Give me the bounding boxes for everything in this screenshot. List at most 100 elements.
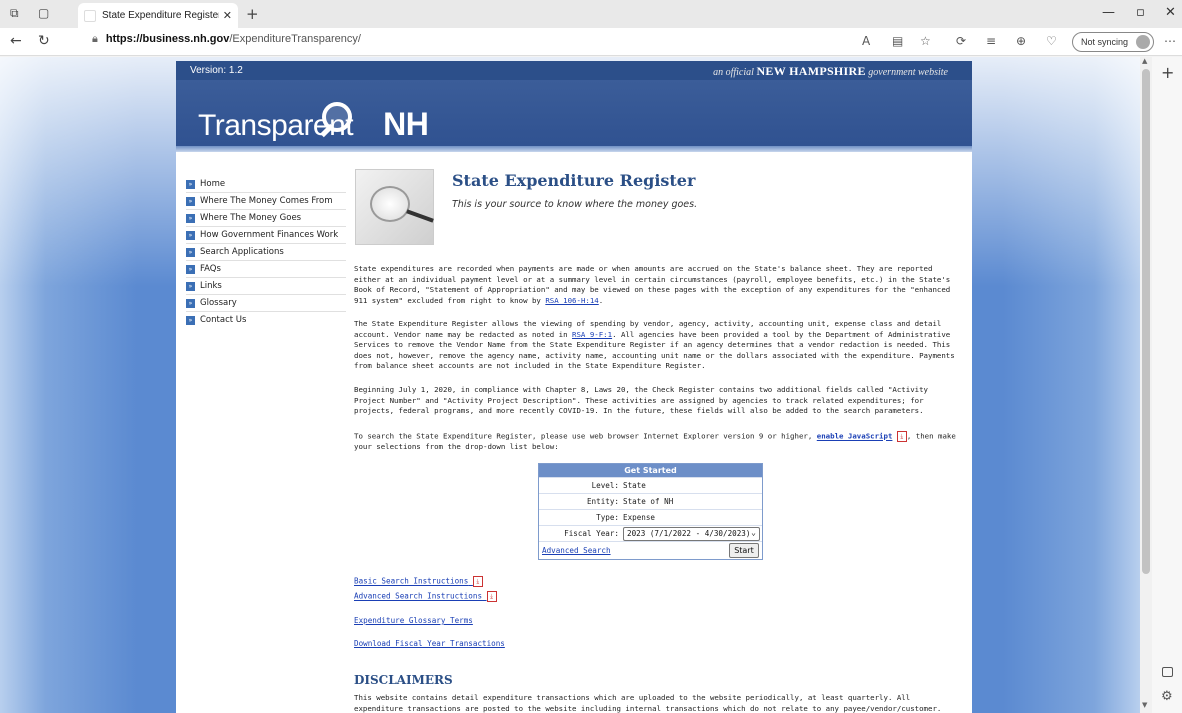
refresh-icon[interactable]: ↻ [38,33,50,49]
page-container: Version: 1.2 an official NEW HAMPSHIRE g… [176,61,972,713]
official-prefix: an official [713,67,754,78]
official-state: NEW HAMPSHIRE [756,64,866,78]
lock-icon: 🔒︎ [92,33,98,45]
site-logo[interactable]: Transparent NH [198,106,429,143]
read-aloud-icon[interactable]: A [862,34,870,48]
scrollbar-thumb[interactable] [1142,69,1150,574]
browser-tab-bar: ⧉ ▢ State Expenditure Register - Tran ✕ … [0,0,1182,28]
enable-javascript-link[interactable]: enable JavaScript [817,432,893,441]
advanced-instructions-row: Advanced Search Instructions ⤓ [354,591,497,602]
pdf-icon[interactable]: ⤓ [896,431,907,442]
basic-instructions-row: Basic Search Instructions ⤓ [354,576,483,587]
sidebar-item-label: Links [200,281,222,291]
pdf-icon[interactable]: ⤓ [486,591,497,602]
close-tab-icon[interactable]: ✕ [223,9,232,22]
sidebar-item-label: Where The Money Comes From [200,196,333,206]
advanced-search-link[interactable]: Advanced Search [542,546,611,555]
arrow-bullet-icon: » [186,298,195,308]
back-icon[interactable]: ← [10,33,22,49]
get-started-header: Get Started [539,464,762,477]
paragraph-text: . [598,295,604,305]
sidebar-item-links[interactable]: » Links [186,278,346,294]
minimize-icon[interactable]: — [1102,5,1115,20]
paragraph-activity-project: Beginning July 1, 2020, in compliance wi… [354,385,928,415]
rsa-9f-link[interactable]: RSA 9-F:1 [572,330,612,339]
new-tab-icon[interactable]: + [246,5,259,23]
glossary-terms-link[interactable]: Expenditure Glossary Terms [354,616,473,625]
paragraph-text: To search the State Expenditure Register… [354,431,817,441]
sidebar-item-label: FAQs [200,264,221,274]
favorites-icon[interactable]: ≡ [986,34,996,48]
more-menu-icon[interactable]: ⋯ [1164,34,1176,48]
sidebar-nav: » Home » Where The Money Comes From » Where… [186,176,346,328]
start-button[interactable]: Start [729,543,759,558]
arrow-bullet-icon: » [186,281,195,291]
disclaimer-paragraph: This website contains detail expenditure… [354,693,942,713]
pdf-icon[interactable]: ⤓ [472,576,483,587]
close-window-icon[interactable]: ✕ [1165,5,1176,20]
restore-icon[interactable]: ▫ [1136,5,1145,20]
hide-sidebar-icon[interactable] [1162,667,1173,677]
sidebar-item-money-comes-from[interactable]: » Where The Money Comes From [186,193,346,209]
rsa-106-link[interactable]: RSA 106-H:14 [545,296,598,305]
chevron-down-icon: ⌄ [751,527,756,537]
sidebar-item-home[interactable]: » Home [186,176,346,192]
browser-tab[interactable]: State Expenditure Register - Tran ✕ [78,3,238,28]
immersive-reader-icon[interactable]: ▤ [892,34,903,48]
browser-essentials-icon[interactable]: ♡ [1046,34,1057,48]
tab-actions-icon[interactable]: ▢ [38,6,49,20]
tab-title: State Expenditure Register - Tran [102,10,219,21]
scroll-down-icon[interactable]: ▼ [1142,701,1147,709]
settings-gear-icon[interactable]: ⚙ [1161,689,1173,704]
arrow-bullet-icon: » [186,247,195,257]
get-started-footer: Advanced Search Start [539,541,762,559]
fiscal-year-label: Fiscal Year: [564,529,619,538]
get-started-panel: Get Started Level: State Entity: State of … [538,463,763,560]
collections-icon[interactable]: ⊕ [1016,34,1026,48]
sidebar-item-label: Glossary [200,298,237,308]
arrow-bullet-icon: » [186,264,195,274]
version-label: Version: 1.2 [190,65,243,76]
top-strip: Version: 1.2 an official NEW HAMPSHIRE g… [176,61,972,80]
sidebar-item-faqs[interactable]: » FAQs [186,261,346,277]
scroll-up-icon[interactable]: ▲ [1142,57,1147,65]
sidebar-item-label: How Government Finances Work [200,230,339,240]
vertical-scrollbar[interactable]: ▲ ▼ [1140,57,1152,713]
sidebar-item-label: Contact Us [200,315,247,325]
paragraph-register: The State Expenditure Register allows th… [354,319,958,372]
sidebar-item-finances[interactable]: » How Government Finances Work [186,227,346,243]
paragraph-intro: State expenditures are recorded when pay… [354,264,958,306]
type-row: Type: Expense [539,509,762,525]
fiscal-year-select[interactable]: 2023 (7/1/2022 - 4/30/2023) ⌄ [623,526,760,541]
page-subtitle: This is your source to know where the mo… [452,199,698,210]
download-transactions-link[interactable]: Download Fiscal Year Transactions [354,639,505,648]
advanced-search-instructions-link[interactable]: Advanced Search Instructions [354,592,482,601]
address-bar-row: ← ↻ 🔒︎ https://business.nh.gov/Expenditur… [0,28,1182,56]
sidebar-item-glossary[interactable]: » Glossary [186,295,346,311]
sidebar-item-contact[interactable]: » Contact Us [186,312,346,328]
level-value: State [623,481,646,490]
url-field[interactable]: 🔒︎ https://business.nh.gov/ExpenditureTra… [92,33,361,46]
workspaces-icon[interactable]: ⧉ [10,6,19,21]
sidebar-item-money-goes[interactable]: » Where The Money Goes [186,210,346,226]
disclaimers-title: DISCLAIMERS [354,673,453,687]
favorite-star-icon[interactable]: ☆ [920,34,931,48]
sync-label: Not syncing [1081,37,1129,47]
sidebar-item-search-applications[interactable]: » Search Applications [186,244,346,260]
sync-button[interactable]: Not syncing [1072,32,1154,52]
basic-search-instructions-link[interactable]: Basic Search Instructions [354,577,468,586]
official-site-label: an official NEW HAMPSHIRE government web… [713,64,948,79]
banner-shine [176,146,972,152]
magnifying-glass-handle [406,209,434,223]
url-path: /ExpenditureTransparency/ [229,33,361,45]
arrow-bullet-icon: » [186,315,195,325]
entity-row: Entity: State of NH [539,493,762,509]
favicon-icon [84,9,96,22]
arrow-bullet-icon: » [186,213,195,223]
level-label: Level: [591,481,619,490]
arrow-bullet-icon: » [186,179,195,189]
edge-sidebar: + ⚙ [1152,57,1182,713]
extensions-icon[interactable]: ⟳ [956,34,966,48]
add-sidebar-icon[interactable]: + [1161,63,1174,82]
type-value: Expense [623,513,656,522]
